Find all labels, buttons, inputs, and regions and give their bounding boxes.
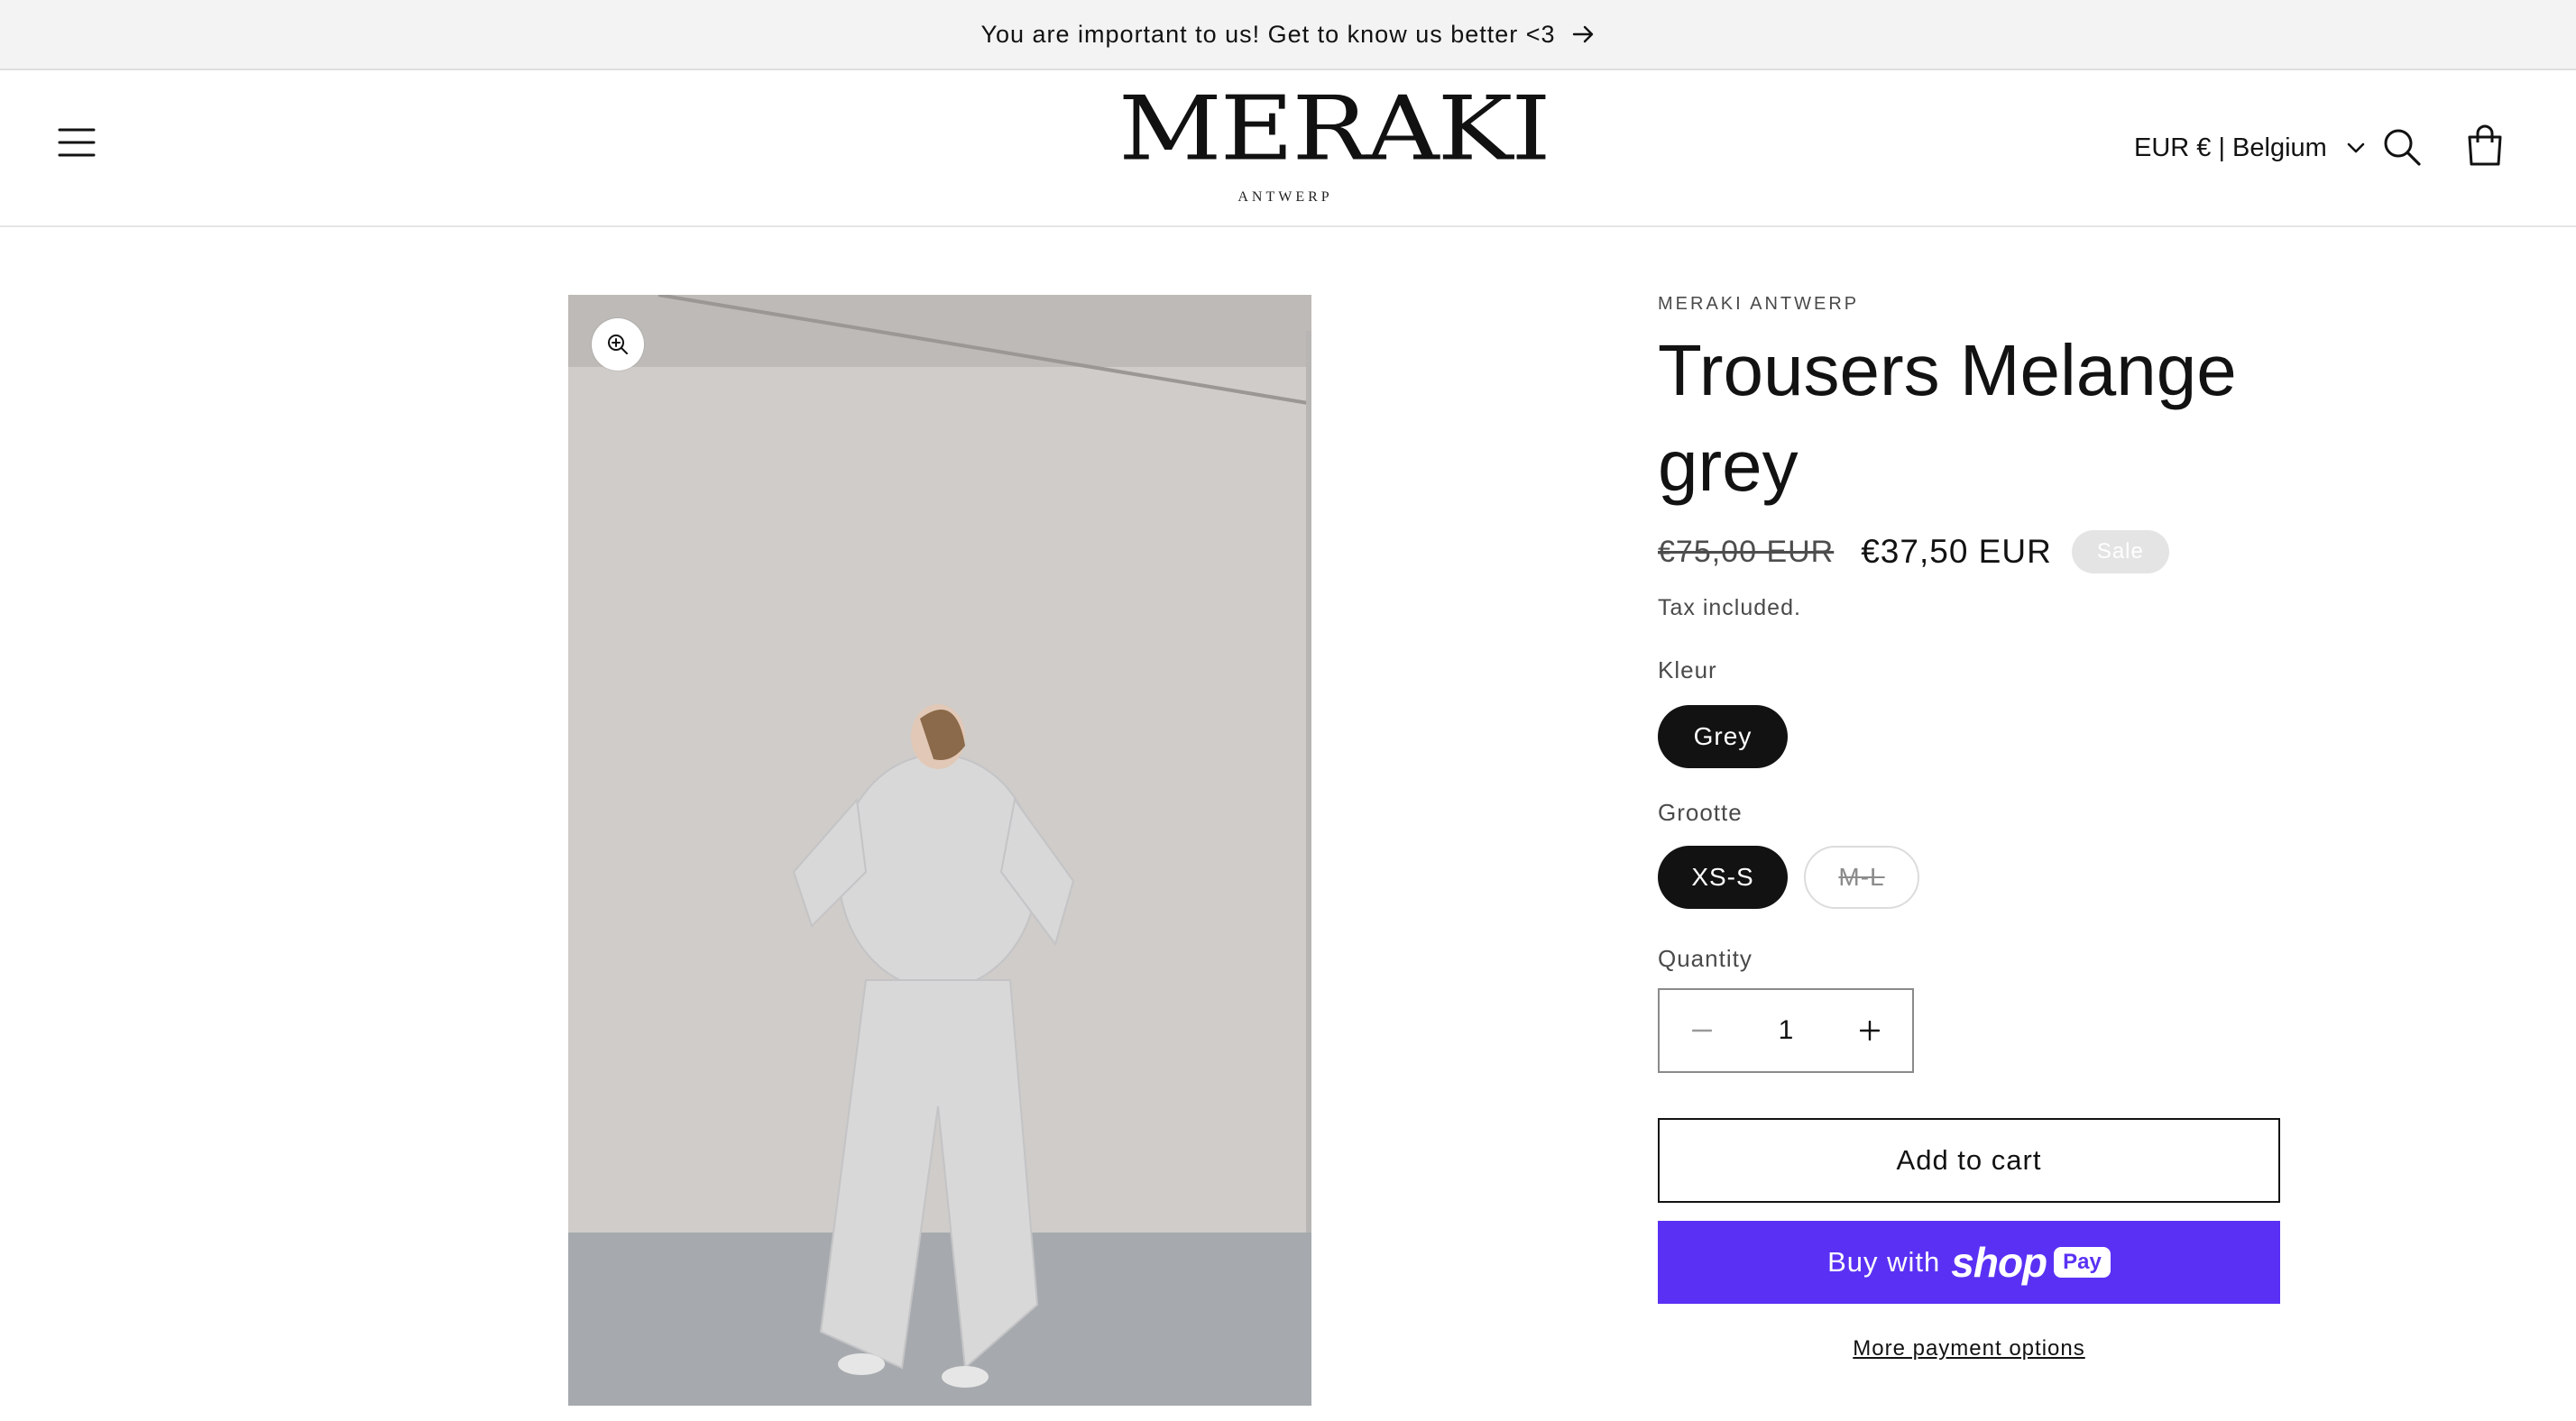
shop-pay-prefix: Buy with bbox=[1827, 1246, 1941, 1278]
arrow-right-icon bbox=[1572, 25, 1596, 43]
product-image[interactable] bbox=[568, 295, 1311, 1406]
plus-icon[interactable] bbox=[1827, 990, 1912, 1071]
size-option-m-l[interactable]: M-L bbox=[1804, 846, 1919, 909]
quantity-label: Quantity bbox=[1658, 945, 1753, 972]
product-title: Trousers Melange grey bbox=[1658, 330, 2237, 506]
logo-subtitle: ANTWERP bbox=[1237, 189, 1333, 205]
color-label: Kleur bbox=[1658, 656, 1717, 683]
price-regular: €75,00 EUR bbox=[1658, 534, 1835, 569]
menu-icon[interactable] bbox=[58, 124, 96, 160]
shop-pay-badge: Pay bbox=[2054, 1247, 2111, 1278]
price: €75,00 EUR €37,50 EUR Sale bbox=[1658, 530, 2169, 573]
more-payment-options-link[interactable]: More payment options bbox=[1658, 1336, 2280, 1361]
color-option-grey[interactable]: Grey bbox=[1658, 705, 1788, 768]
add-to-cart-button[interactable]: Add to cart bbox=[1658, 1118, 2280, 1203]
tax-note: Tax included. bbox=[1658, 595, 1801, 620]
site-header: MERAKI ANTWERP EUR € | Belgium bbox=[0, 70, 2576, 227]
quantity-input[interactable]: 1 bbox=[1744, 1015, 1827, 1046]
logo-wordmark: MERAKI bbox=[1118, 78, 1551, 181]
chevron-down-icon bbox=[2347, 142, 2365, 154]
announcement-text[interactable]: You are important to us! Get to know us … bbox=[980, 21, 1555, 49]
product-vendor: MERAKI ANTWERP bbox=[1658, 294, 1860, 314]
minus-icon[interactable] bbox=[1660, 990, 1744, 1071]
price-sale: €37,50 EUR bbox=[1861, 533, 2052, 570]
country-selector-label: EUR € | Belgium bbox=[2134, 133, 2327, 162]
size-option-xs-s[interactable]: XS-S bbox=[1658, 846, 1788, 909]
product-photo bbox=[568, 295, 1311, 1406]
sale-badge: Sale bbox=[2071, 530, 2169, 573]
cart-icon[interactable] bbox=[2464, 124, 2506, 168]
zoom-in-icon[interactable] bbox=[592, 318, 644, 371]
quantity-stepper: 1 bbox=[1658, 988, 1914, 1073]
site-logo[interactable]: MERAKI ANTWERP bbox=[1118, 78, 1551, 220]
size-label: Grootte bbox=[1658, 799, 1743, 826]
shop-pay-button[interactable]: Buy with shop Pay bbox=[1658, 1221, 2280, 1304]
announcement-bar[interactable]: You are important to us! Get to know us … bbox=[0, 0, 2576, 70]
search-icon[interactable] bbox=[2381, 126, 2423, 168]
shop-pay-brand: shop bbox=[1951, 1239, 2047, 1286]
country-selector[interactable]: EUR € | Belgium bbox=[2134, 130, 2365, 166]
